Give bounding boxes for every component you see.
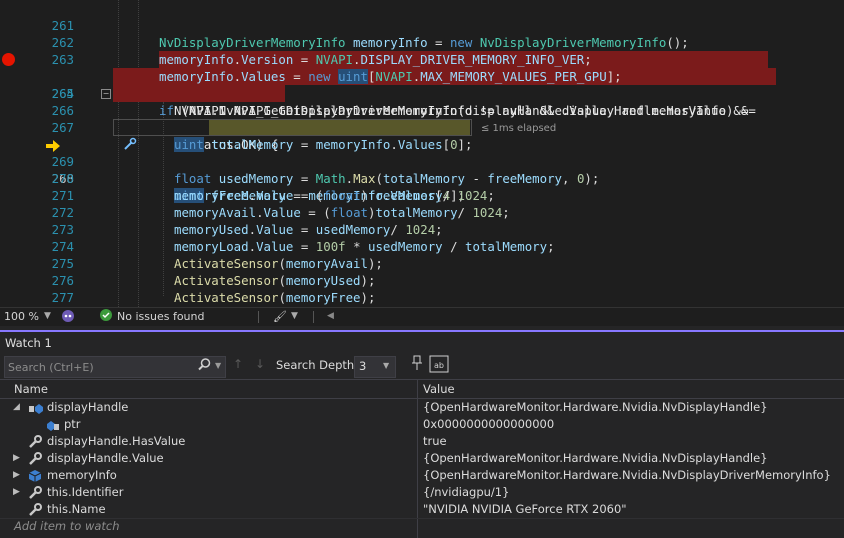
watch-name: memoryInfo — [47, 468, 117, 482]
add-item-placeholder[interactable]: Add item to watch — [14, 518, 120, 535]
zoom-dropdown-icon[interactable]: ▼ — [44, 311, 51, 321]
code-editor[interactable]: 261 NvDisplayDriverMemoryInfo memoryInfo… — [0, 0, 844, 307]
watch-row[interactable]: this.Name "NVIDIA NVIDIA GeForce RTX 206… — [0, 501, 844, 518]
wrench-icon — [28, 486, 42, 499]
watch-grid-header: Name Value — [0, 379, 844, 399]
watch-window: Watch 1 ▼ ↑ ↓ Search Depth: 3 ▼ ab Name … — [0, 332, 844, 538]
scroll-left-icon[interactable]: ◀ — [327, 311, 334, 321]
column-header-name[interactable]: Name — [14, 382, 48, 396]
zoom-level[interactable]: 100 % — [4, 310, 39, 323]
watch-value: {OpenHardwareMonitor.Hardware.Nvidia.NvD… — [423, 468, 831, 482]
brush-icon[interactable]: 🖌 — [273, 310, 287, 323]
watch-row[interactable]: ◢ displayHandle {OpenHardwareMonitor.Har… — [0, 399, 844, 416]
watch-row[interactable]: ▶ memoryInfo {OpenHardwareMonitor.Hardwa… — [0, 467, 844, 484]
watch-name: this.Name — [47, 502, 106, 516]
watch-title: Watch 1 — [5, 336, 52, 350]
watch-value: {OpenHardwareMonitor.Hardware.Nvidia.NvD… — [423, 451, 768, 465]
copilot-icon[interactable] — [61, 309, 75, 326]
brush-dropdown-icon[interactable]: ▼ — [291, 311, 298, 321]
watch-row[interactable]: ▶ displayHandle.Value {OpenHardwareMonit… — [0, 450, 844, 467]
collapse-icon[interactable]: ◢ — [13, 399, 20, 416]
collapse-icon[interactable]: − — [101, 89, 111, 99]
search-depth-value: 3 — [359, 359, 367, 373]
search-previous-icon[interactable]: ↑ — [233, 357, 243, 371]
wrench-icon — [28, 503, 42, 516]
chevron-down-icon: ▼ — [383, 361, 390, 370]
watch-row[interactable]: displayHandle.HasValue true — [0, 433, 844, 450]
elapsed-time-hint: ≤ 1ms elapsed — [481, 123, 557, 134]
divider — [258, 311, 259, 323]
search-next-icon[interactable]: ↓ — [255, 357, 265, 371]
editor-status-bar: 100 % ▼ No issues found 🖌 ▼ ◀ — [0, 307, 844, 326]
watch-row[interactable]: ▶ this.Identifier {/nvidiagpu/1} — [0, 484, 844, 501]
search-input[interactable] — [5, 357, 195, 377]
wrench-icon — [28, 435, 42, 448]
check-icon — [100, 309, 112, 324]
wrench-icon — [28, 452, 42, 465]
column-header-value[interactable]: Value — [423, 382, 455, 396]
pin-icon[interactable] — [410, 355, 424, 374]
divider — [313, 311, 314, 323]
watch-name: this.Identifier — [47, 485, 124, 499]
watch-name: ptr — [64, 417, 81, 431]
watch-value: 0x0000000000000000 — [423, 417, 555, 431]
breakpoint-icon[interactable] — [2, 53, 15, 66]
issues-status[interactable]: No issues found — [117, 310, 204, 323]
expand-icon[interactable]: ▶ — [13, 450, 20, 467]
search-depth-label: Search Depth: — [276, 358, 359, 372]
expand-icon[interactable]: ▶ — [13, 484, 20, 501]
watch-name: displayHandle — [47, 400, 129, 414]
add-watch-row[interactable]: Add item to watch — [0, 518, 844, 535]
svg-text:ab: ab — [434, 361, 444, 370]
watch-name: displayHandle.HasValue — [47, 434, 186, 448]
search-box[interactable]: ▼ — [4, 356, 226, 378]
watch-name: displayHandle.Value — [47, 451, 164, 465]
watch-value: {OpenHardwareMonitor.Hardware.Nvidia.NvD… — [423, 400, 768, 414]
search-icon[interactable] — [198, 358, 211, 374]
watch-toolbar: ▼ ↑ ↓ Search Depth: 3 ▼ ab — [0, 354, 844, 378]
watch-row[interactable]: ptr 0x0000000000000000 — [0, 416, 844, 433]
object-icon — [28, 469, 42, 482]
field-lock-icon — [44, 418, 59, 431]
search-dropdown-icon[interactable]: ▼ — [215, 361, 221, 370]
watch-value: true — [423, 434, 447, 448]
view-as-text-icon[interactable]: ab — [429, 355, 449, 376]
object-lock-icon — [28, 401, 43, 414]
watch-value: "NVIDIA NVIDIA GeForce RTX 2060" — [423, 502, 627, 516]
expand-icon[interactable]: ▶ — [13, 467, 20, 484]
watch-value: {/nvidiagpu/1} — [423, 485, 510, 499]
search-depth-select[interactable]: 3 ▼ — [354, 356, 396, 378]
